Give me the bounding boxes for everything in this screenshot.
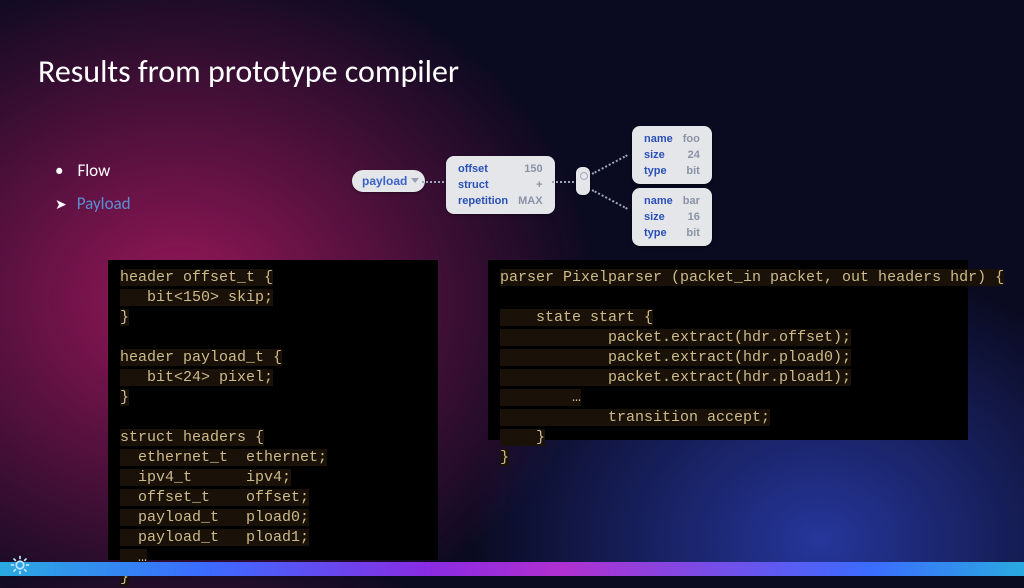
bullet-flow: Flow bbox=[55, 160, 131, 181]
v: foo bbox=[679, 132, 704, 146]
footer-bar bbox=[0, 562, 1024, 576]
diagram: payload offset150 struct+ repetitionMAX … bbox=[352, 126, 732, 246]
k: offset bbox=[454, 162, 512, 176]
struct-foo-box: namefoo size24 typebit bbox=[632, 126, 712, 184]
k: size bbox=[640, 210, 677, 224]
bullet-list: Flow Payload bbox=[55, 160, 131, 226]
v: MAX bbox=[514, 194, 546, 208]
v: bit bbox=[679, 226, 704, 240]
v: 150 bbox=[514, 162, 546, 176]
v: 16 bbox=[679, 210, 704, 224]
offset-box: offset150 struct+ repetitionMAX bbox=[446, 156, 555, 214]
slide-title: Results from prototype compiler bbox=[38, 52, 459, 91]
code-text: parser Pixelparser (packet_in packet, ou… bbox=[500, 269, 1004, 466]
payload-pill: payload bbox=[352, 170, 425, 192]
k: struct bbox=[454, 178, 512, 192]
k: type bbox=[640, 226, 677, 240]
connector-dots bbox=[592, 189, 628, 210]
v: bar bbox=[679, 194, 704, 208]
v: bit bbox=[679, 164, 704, 178]
gear-icon bbox=[10, 555, 30, 575]
v: + bbox=[514, 178, 546, 192]
code-block-parser: parser Pixelparser (packet_in packet, ou… bbox=[488, 260, 968, 440]
connector-node bbox=[576, 167, 590, 195]
payload-pill-label: payload bbox=[362, 174, 407, 188]
connector-dots bbox=[422, 181, 444, 183]
k: name bbox=[640, 132, 677, 146]
bullet-payload: Payload bbox=[55, 193, 131, 214]
k: size bbox=[640, 148, 677, 162]
k: name bbox=[640, 194, 677, 208]
k: repetition bbox=[454, 194, 512, 208]
chevron-down-icon bbox=[411, 178, 419, 183]
connector-dots bbox=[552, 181, 574, 183]
code-block-headers: header offset_t { bit<150> skip; } heade… bbox=[108, 260, 438, 560]
connector-dots bbox=[592, 154, 628, 175]
code-text: header offset_t { bit<150> skip; } heade… bbox=[120, 269, 327, 586]
v: 24 bbox=[679, 148, 704, 162]
k: type bbox=[640, 164, 677, 178]
struct-bar-box: namebar size16 typebit bbox=[632, 188, 712, 246]
